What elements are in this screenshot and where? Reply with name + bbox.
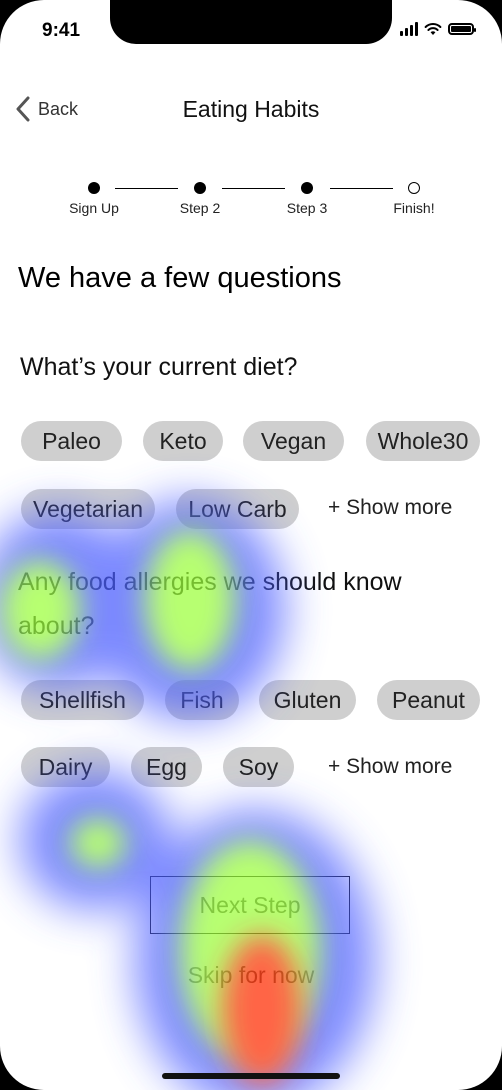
cellular-signal-icon [400,22,418,36]
diet-question: What’s your current diet? [20,353,298,381]
step-sign-up: Sign Up [54,178,134,216]
step-3: Step 3 [267,178,347,216]
wifi-icon [424,23,442,35]
heatmap-blob [180,840,320,1060]
allergies-show-more-link[interactable]: + Show more [328,755,452,779]
next-step-button[interactable]: Next Step [150,876,350,934]
step-label: Step 2 [179,200,221,216]
phone-screen: 9:41 Back Eating Habits Sign Up Step 2 S… [0,0,502,1090]
status-time: 9:41 [42,20,81,41]
step-label: Finish! [393,200,435,216]
heatmap-blob [135,810,375,1090]
allergy-chip-soy[interactable]: Soy [223,747,294,787]
step-pending-dot [408,182,420,194]
diet-chip-paleo[interactable]: Paleo [21,421,122,461]
allergies-question: Any food allergies we should know about? [18,568,402,640]
step-completed-dot [194,182,206,194]
heatmap-high-layer [222,935,302,1085]
section-title: We have a few questions [18,262,342,294]
allergy-chip-egg[interactable]: Egg [131,747,202,787]
device-notch [110,0,392,44]
heatmap-blob [222,935,302,1085]
step-label: Sign Up [69,200,119,216]
step-finish: Finish! [374,178,454,216]
step-2: Step 2 [160,178,240,216]
step-completed-dot [88,182,100,194]
allergy-chip-peanut[interactable]: Peanut [377,680,480,720]
nav-header: Back Eating Habits [0,90,502,132]
step-label: Step 3 [286,200,328,216]
diet-chip-vegetarian[interactable]: Vegetarian [21,489,155,529]
allergy-chip-shellfish[interactable]: Shellfish [21,680,144,720]
skip-for-now-link[interactable]: Skip for now [0,962,502,989]
allergy-chip-gluten[interactable]: Gluten [259,680,356,720]
progress-stepper: Sign Up Step 2 Step 3 Finish! [60,178,450,228]
diet-chip-keto[interactable]: Keto [143,421,223,461]
heatmap-blob [70,818,126,868]
step-completed-dot [301,182,313,194]
page-title: Eating Habits [182,96,320,122]
status-icons [400,22,476,36]
home-indicator [162,1073,340,1079]
battery-icon [448,23,476,35]
diet-chip-whole30[interactable]: Whole30 [366,421,480,461]
allergy-chip-dairy[interactable]: Dairy [21,747,110,787]
diet-show-more-link[interactable]: + Show more [328,496,452,520]
diet-chip-vegan[interactable]: Vegan [243,421,344,461]
allergy-chip-fish[interactable]: Fish [165,680,239,720]
diet-chip-low-carb[interactable]: Low Carb [176,489,299,529]
heatmap-blob [20,770,170,910]
